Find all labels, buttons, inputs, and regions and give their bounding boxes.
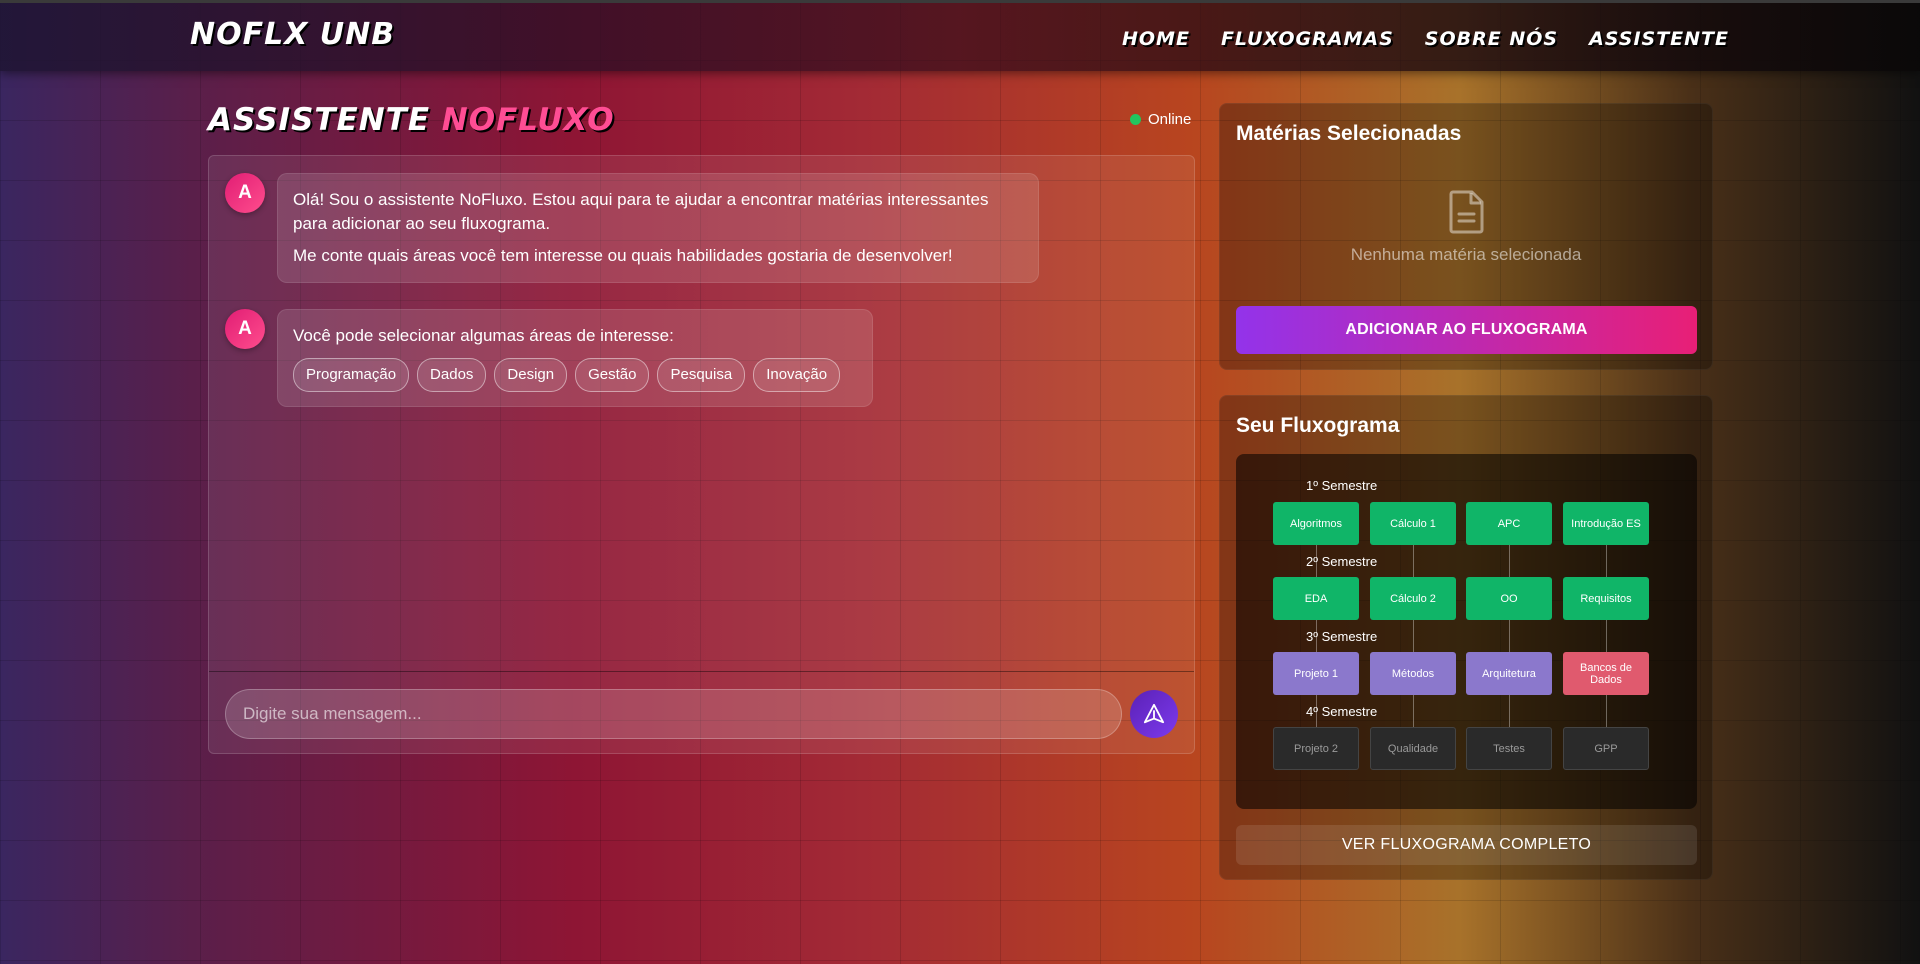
chat-title-highlight: NOFLUXO <box>441 102 615 138</box>
flowchart-card: Seu Fluxograma 1º Semestre Algoritmos Cá… <box>1219 395 1713 880</box>
top-navbar: NOFLX UNB HOME FLUXOGRAMAS SOBRE NÓS ASS… <box>0 0 1920 71</box>
chat-message: A Você pode selecionar algumas áreas de … <box>225 309 873 407</box>
view-full-flowchart-button[interactable]: VER FLUXOGRAMA COMPLETO <box>1236 825 1697 865</box>
brand-logo[interactable]: NOFLX UNB <box>190 17 395 52</box>
assistant-avatar: A <box>225 309 265 349</box>
course-node[interactable]: Cálculo 2 <box>1370 577 1456 620</box>
chat-panel: A Olá! Sou o assistente NoFluxo. Estou a… <box>208 155 1195 754</box>
online-dot-icon <box>1130 114 1141 125</box>
status-indicator: Online <box>1130 111 1191 128</box>
nav-fluxogramas[interactable]: FLUXOGRAMAS <box>1221 28 1394 50</box>
semester-label: 1º Semestre <box>1306 478 1378 493</box>
course-node[interactable]: Algoritmos <box>1273 502 1359 545</box>
interest-chips: Programação Dados Design Gestão Pesquisa… <box>293 358 857 392</box>
course-node[interactable]: GPP <box>1563 727 1649 770</box>
status-text: Online <box>1148 111 1192 128</box>
semester-label: 4º Semestre <box>1306 704 1378 719</box>
chip-design[interactable]: Design <box>494 358 568 392</box>
chat-title: ASSISTENTE NOFLUXO <box>208 102 615 138</box>
flowchart-title: Seu Fluxograma <box>1236 414 1400 437</box>
course-node[interactable]: Cálculo 1 <box>1370 502 1456 545</box>
connector-line <box>1413 544 1414 735</box>
main-nav: HOME FLUXOGRAMAS SOBRE NÓS ASSISTENTE <box>1122 28 1729 50</box>
selected-subjects-title: Matérias Selecionadas <box>1236 122 1462 145</box>
document-icon <box>1449 190 1484 234</box>
message-text: Me conte quais áreas você tem interesse … <box>293 246 953 265</box>
message-composer <box>225 689 1178 739</box>
course-node[interactable]: Projeto 2 <box>1273 727 1359 770</box>
add-to-flowchart-button[interactable]: ADICIONAR AO FLUXOGRAMA <box>1236 306 1697 354</box>
course-node[interactable]: Bancos de Dados <box>1563 652 1649 695</box>
nav-sobre-nos[interactable]: SOBRE NÓS <box>1425 28 1558 50</box>
chip-gestao[interactable]: Gestão <box>575 358 650 392</box>
course-node[interactable]: OO <box>1466 577 1552 620</box>
connector-line <box>1606 544 1607 735</box>
chat-message: A Olá! Sou o assistente NoFluxo. Estou a… <box>225 173 1039 283</box>
send-button[interactable] <box>1130 690 1178 738</box>
chip-dados[interactable]: Dados <box>417 358 487 392</box>
assistant-avatar: A <box>225 173 265 213</box>
chip-pesquisa[interactable]: Pesquisa <box>657 358 746 392</box>
course-node[interactable]: Arquitetura <box>1466 652 1552 695</box>
nav-assistente[interactable]: ASSISTENTE <box>1589 28 1729 50</box>
course-node[interactable]: APC <box>1466 502 1552 545</box>
course-node[interactable]: Requisitos <box>1563 577 1649 620</box>
course-node[interactable]: Introdução ES <box>1563 502 1649 545</box>
message-bubble: Olá! Sou o assistente NoFluxo. Estou aqu… <box>277 173 1039 283</box>
course-node[interactable]: Métodos <box>1370 652 1456 695</box>
course-node[interactable]: Qualidade <box>1370 727 1456 770</box>
course-node[interactable]: Projeto 1 <box>1273 652 1359 695</box>
message-text: Você pode selecionar algumas áreas de in… <box>293 326 674 345</box>
empty-selection-text: Nenhuma matéria selecionada <box>1350 245 1582 264</box>
flowchart-preview: 1º Semestre Algoritmos Cálculo 1 APC Int… <box>1236 454 1697 809</box>
selected-subjects-card: Matérias Selecionadas Nenhuma matéria se… <box>1219 103 1713 370</box>
send-icon <box>1143 703 1165 724</box>
message-input[interactable] <box>225 689 1122 739</box>
course-node[interactable]: EDA <box>1273 577 1359 620</box>
course-node[interactable]: Testes <box>1466 727 1552 770</box>
semester-label: 2º Semestre <box>1306 554 1378 569</box>
chip-programacao[interactable]: Programação <box>293 358 410 392</box>
chip-inovacao[interactable]: Inovação <box>753 358 841 392</box>
message-text: Olá! Sou o assistente NoFluxo. Estou aqu… <box>293 190 989 233</box>
nav-home[interactable]: HOME <box>1122 28 1190 50</box>
chat-divider <box>209 671 1194 672</box>
message-bubble: Você pode selecionar algumas áreas de in… <box>277 309 873 407</box>
connector-line <box>1509 544 1510 735</box>
semester-label: 3º Semestre <box>1306 629 1378 644</box>
chat-title-main: ASSISTENTE <box>208 102 430 138</box>
